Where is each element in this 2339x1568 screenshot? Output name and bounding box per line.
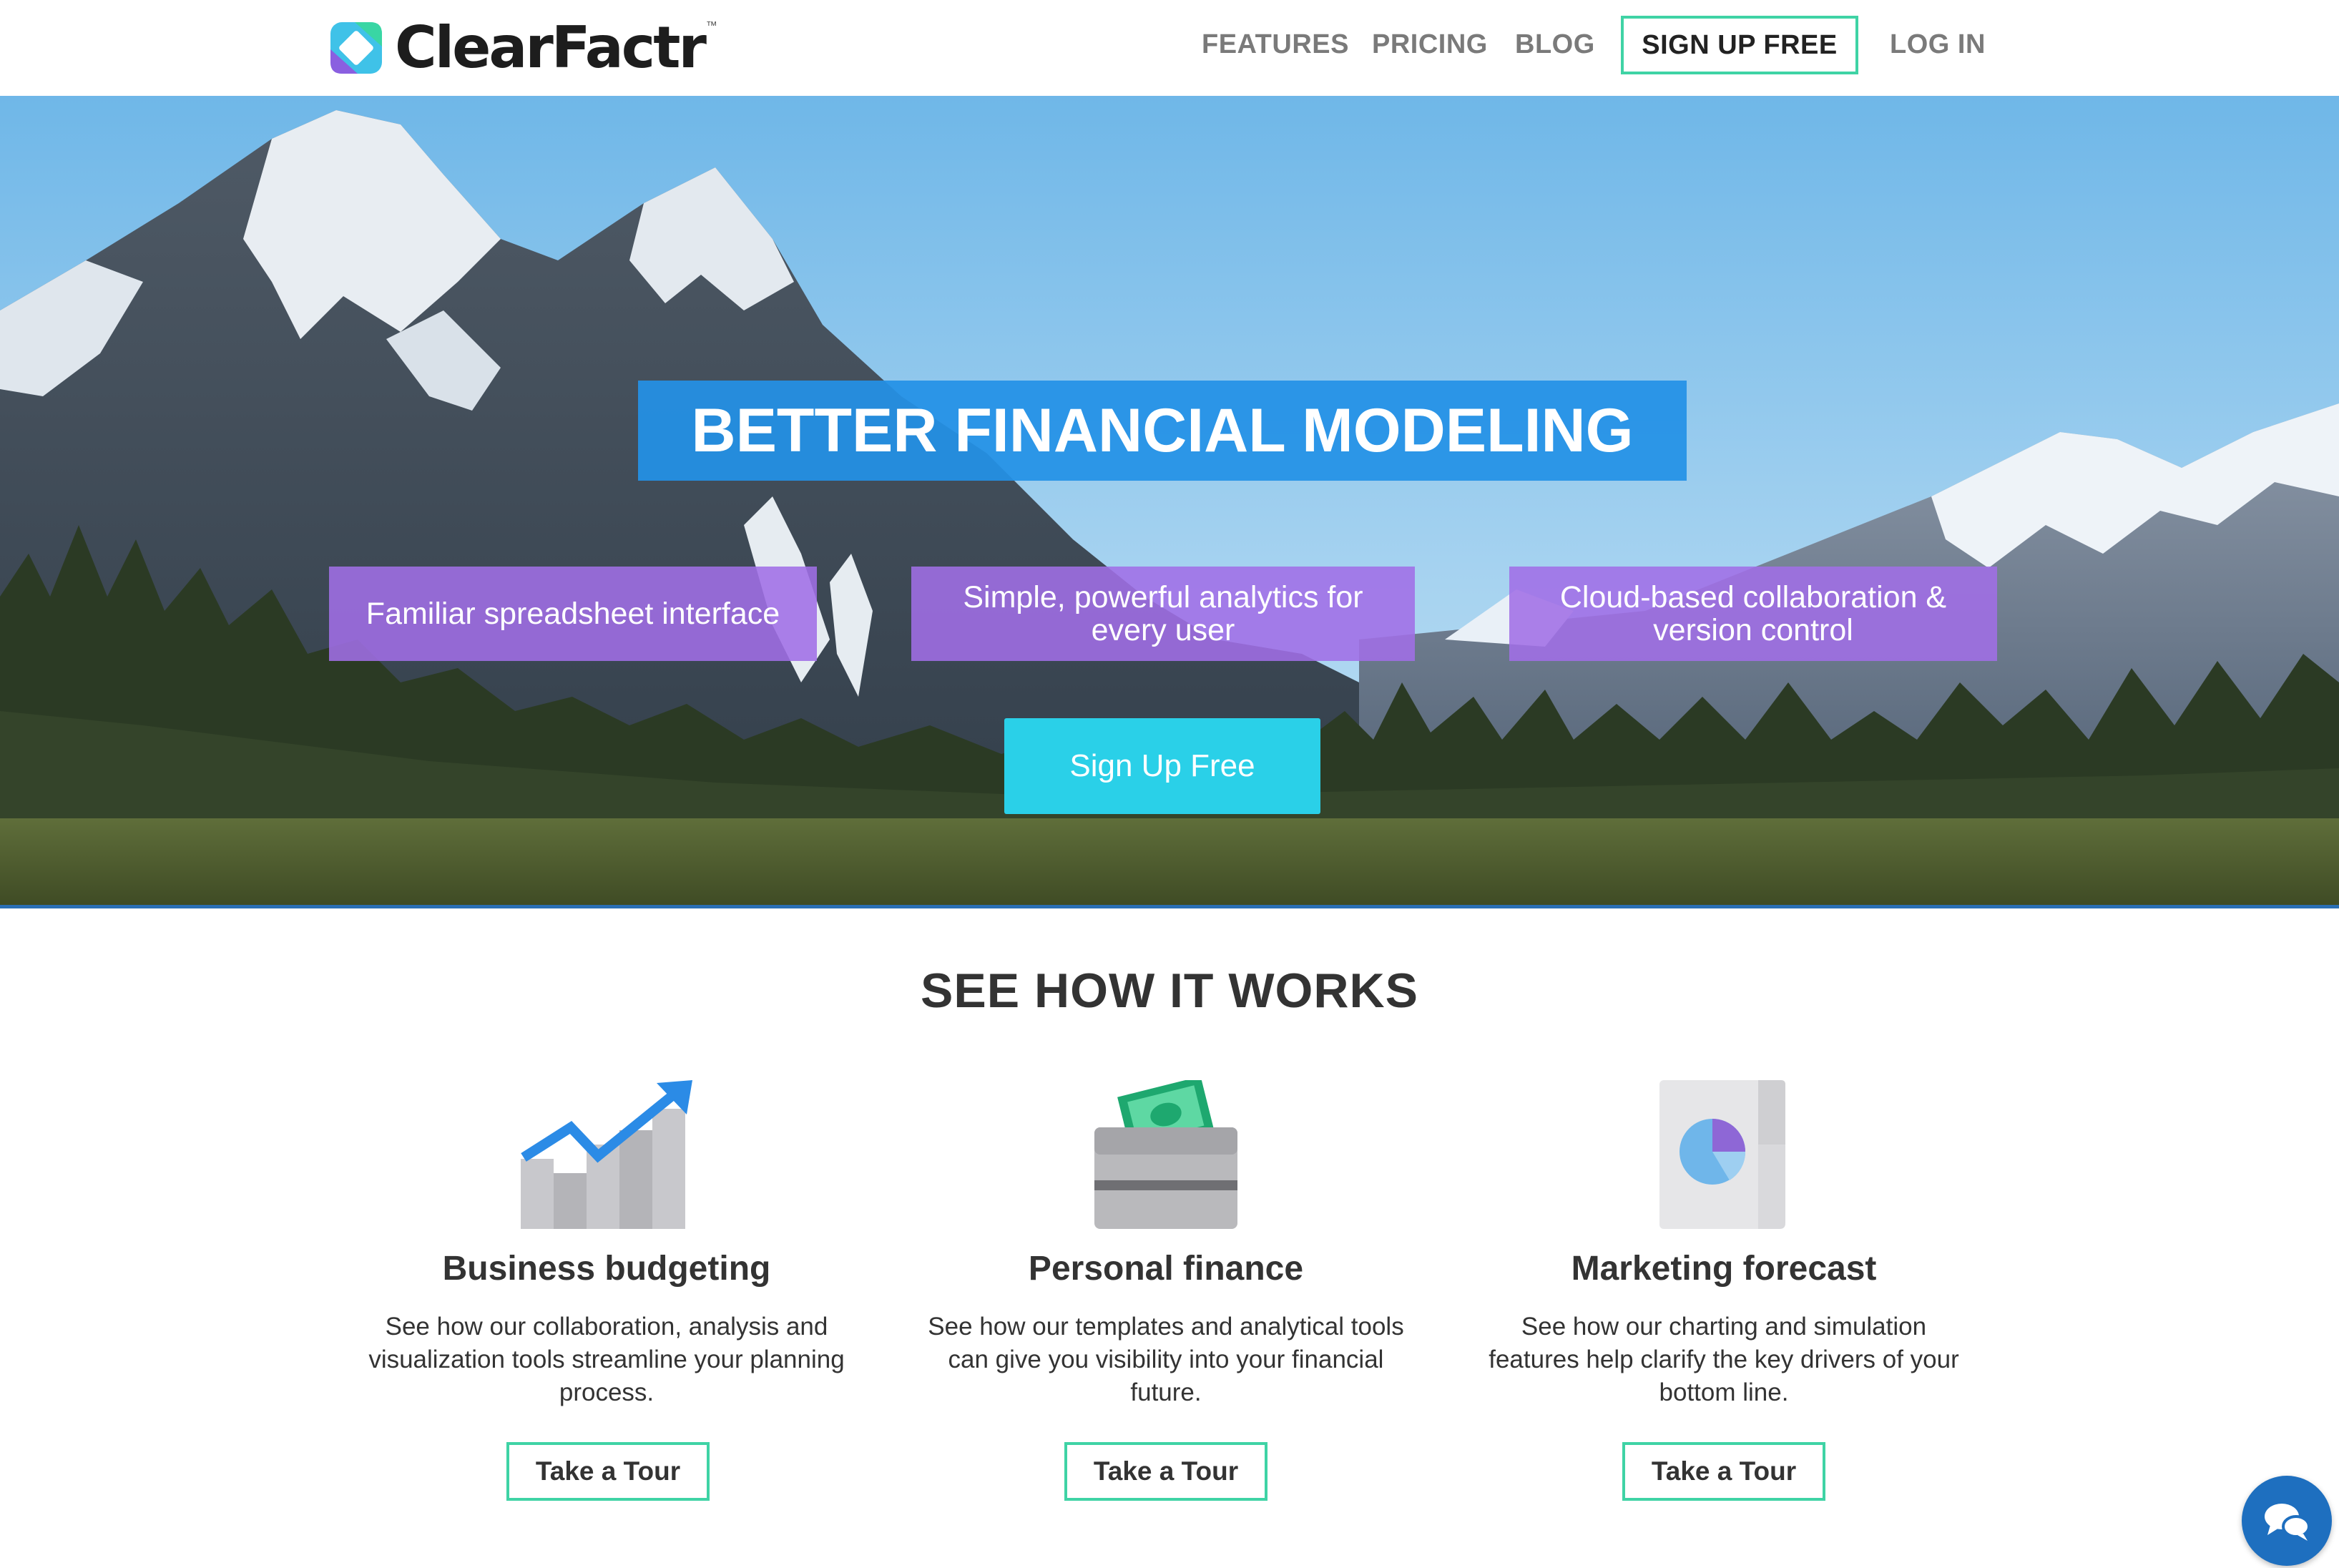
card-title: Marketing forecast	[1571, 1250, 1877, 1288]
take-tour-business-button[interactable]: Take a Tour	[506, 1442, 710, 1501]
nav-signup-button[interactable]: SIGN UP FREE	[1621, 16, 1858, 74]
trademark-mark: ™	[705, 20, 717, 32]
wallet-icon	[1094, 1076, 1237, 1230]
brand-name: ClearFactr	[395, 14, 707, 81]
pie-chart-document-icon	[1659, 1080, 1788, 1230]
hero-feature-collaboration: Cloud-based collaboration & version cont…	[1509, 567, 1997, 661]
nav-features-link[interactable]: FEATURES	[1202, 29, 1349, 60]
card-description: See how our collaboration, analysis and …	[368, 1313, 845, 1406]
card-marketing-forecast: Marketing forecast See how our charting …	[1459, 1080, 1989, 1409]
nav-login-link[interactable]: LOG IN	[1890, 29, 1986, 60]
section-title: SEE HOW IT WORKS	[921, 964, 1418, 1018]
hero-feature-analytics: Simple, powerful analytics for every use…	[911, 567, 1415, 661]
card-description: See how our templates and analytical too…	[928, 1313, 1404, 1406]
nav-pricing-link[interactable]: PRICING	[1372, 29, 1488, 60]
brand-logo[interactable]: ClearFactr ™	[329, 16, 717, 80]
nav-blog-link[interactable]: BLOG	[1515, 29, 1595, 60]
hero-feature-spreadsheet: Familiar spreadsheet interface	[329, 567, 817, 661]
card-title: Business budgeting	[442, 1250, 771, 1288]
card-title: Personal finance	[1028, 1250, 1304, 1288]
hero-signup-button[interactable]: Sign Up Free	[1004, 718, 1320, 814]
clearfactr-logo-icon	[330, 22, 382, 74]
hero-headline: BETTER FINANCIAL MODELING	[638, 381, 1687, 481]
hero-section: BETTER FINANCIAL MODELING Familiar sprea…	[0, 96, 2339, 908]
site-header: ClearFactr ™ FEATURES PRICING BLOG SIGN …	[0, 0, 2339, 96]
card-personal-finance: Personal finance See how our templates a…	[901, 1076, 1431, 1409]
chat-bubbles-icon	[2265, 1504, 2310, 1541]
take-tour-marketing-button[interactable]: Take a Tour	[1622, 1442, 1825, 1501]
growth-chart-icon	[521, 1080, 692, 1230]
card-description: See how our charting and simulation feat…	[1489, 1313, 1959, 1406]
chat-widget-button[interactable]	[2242, 1476, 2332, 1566]
card-business-budgeting: Business budgeting See how our collabora…	[342, 1080, 871, 1409]
take-tour-personal-button[interactable]: Take a Tour	[1064, 1442, 1267, 1501]
